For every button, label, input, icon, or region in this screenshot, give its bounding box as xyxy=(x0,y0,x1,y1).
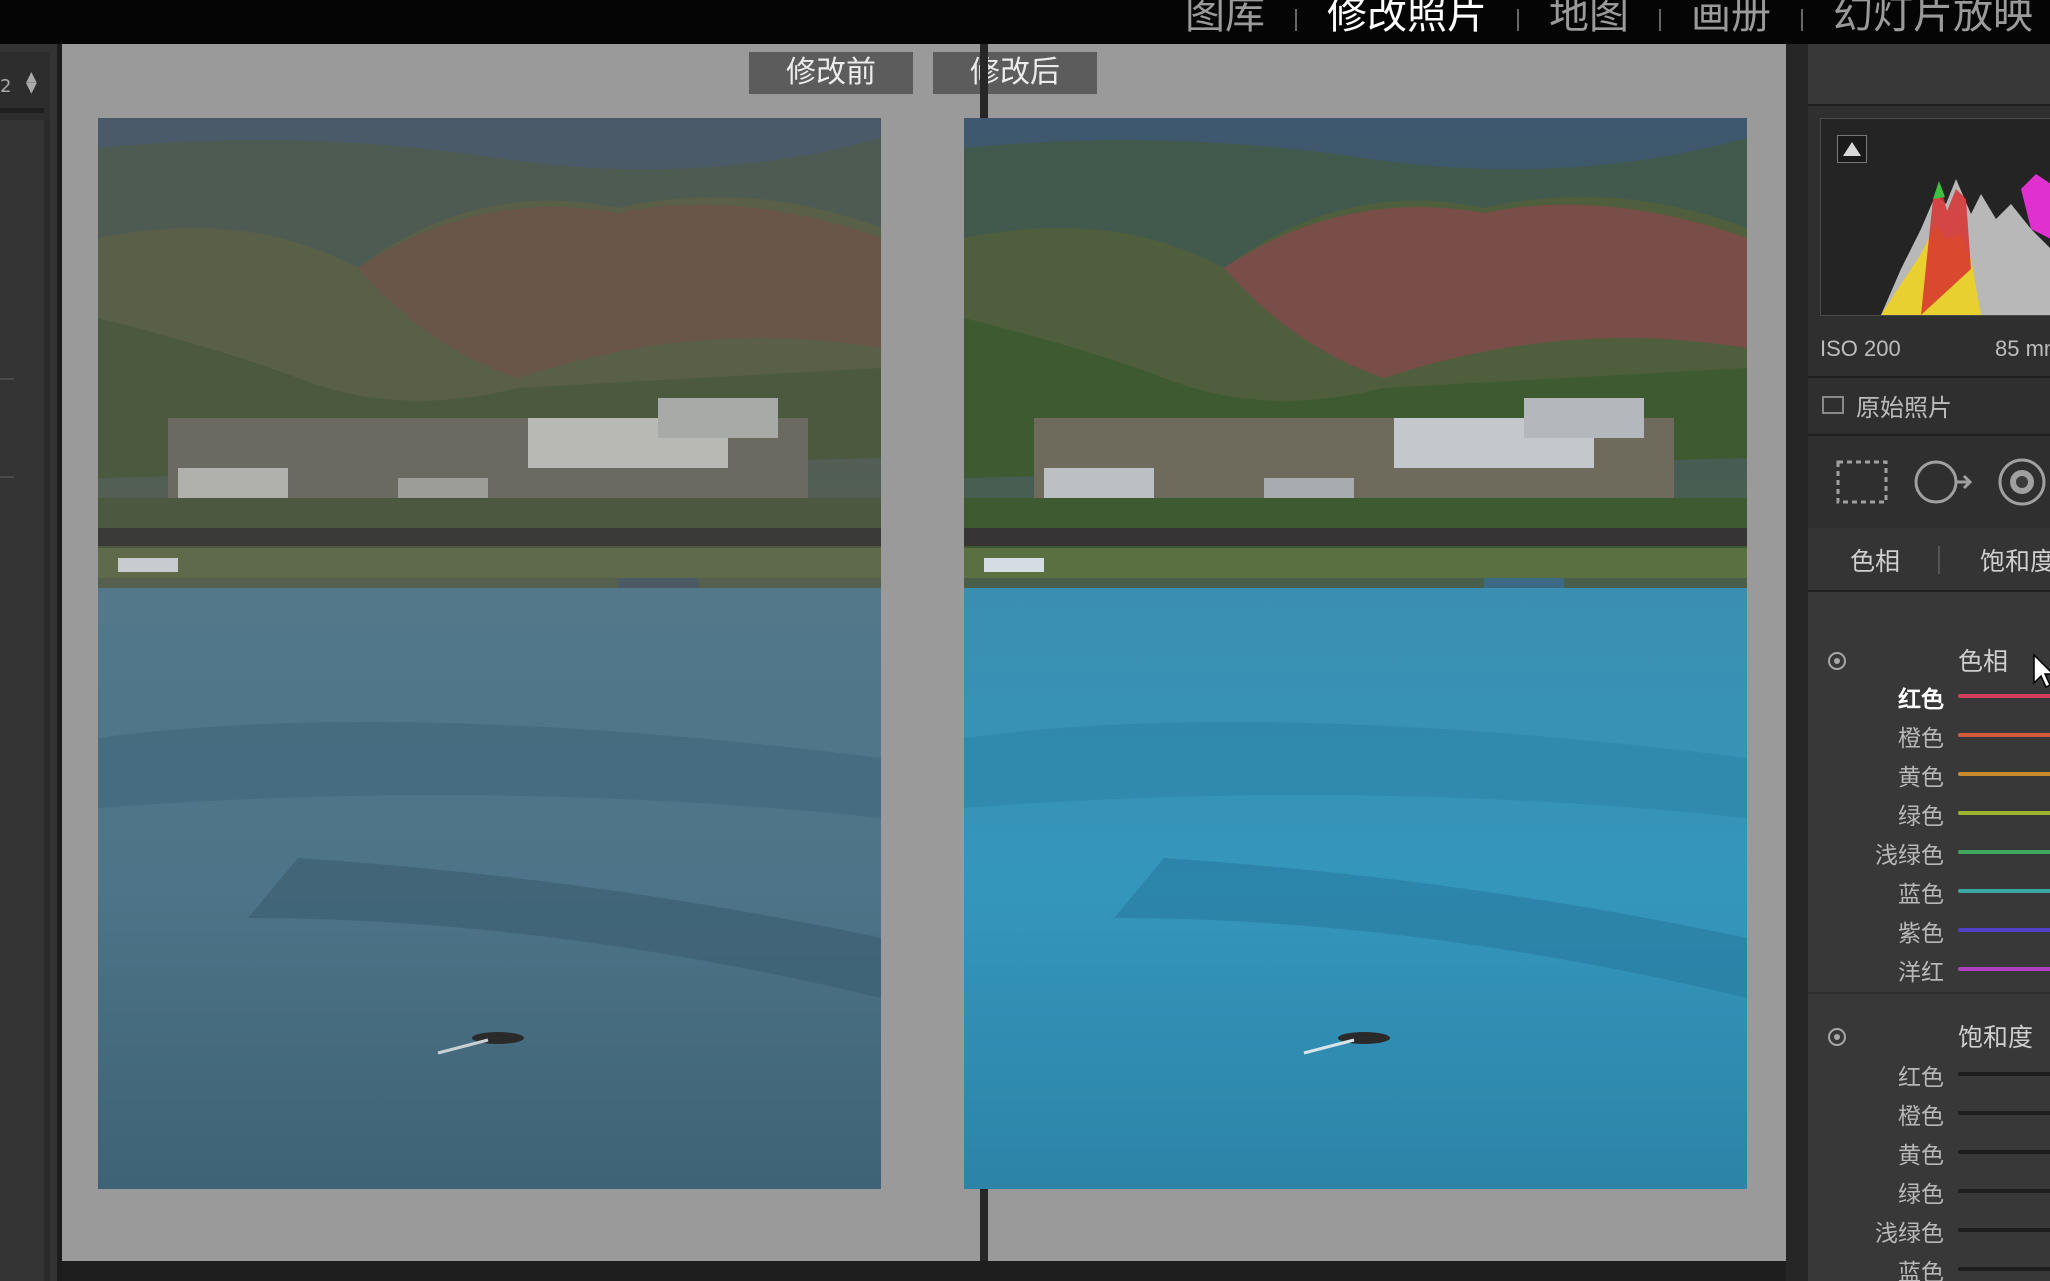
hsl-tabs: 色相 饱和度 xyxy=(1808,528,2050,592)
tab-hue[interactable]: 色相 xyxy=(1850,542,1900,578)
slider-hue-orange: 橙色 xyxy=(1808,719,2050,752)
slider-label: 橙色 xyxy=(1898,1104,1944,1130)
slider-label: 黄色 xyxy=(1898,765,1944,791)
targeted-adjustment-icon[interactable] xyxy=(1828,652,1846,670)
after-photo[interactable] xyxy=(964,118,1747,1189)
slider-sat-red: 红色 xyxy=(1808,1058,2050,1091)
slider-hue-red: 红色 xyxy=(1808,680,2050,713)
slider-label: 洋红 xyxy=(1898,960,1944,986)
saturation-section-title: 饱和度 xyxy=(1958,1023,2034,1052)
original-photo-label: 原始照片 xyxy=(1856,394,1952,422)
module-slideshow[interactable]: 幻灯片放映 xyxy=(1803,0,2050,40)
crop-icon[interactable] xyxy=(1826,450,1896,514)
original-photo-checkbox[interactable] xyxy=(1822,396,1844,414)
slider-track[interactable] xyxy=(1958,733,2050,737)
left-panel-value: 2 xyxy=(0,76,12,97)
slider-label: 红色 xyxy=(1898,1065,1944,1091)
lake-landscape-image xyxy=(98,118,881,1189)
left-panel: 2 ▲ ▼ xyxy=(0,44,57,1281)
before-after-compare-view: 修改前 修改后 xyxy=(62,44,1786,1261)
lake-landscape-image xyxy=(964,118,1747,1189)
slider-hue-green: 绿色 xyxy=(1808,797,2050,830)
right-panel: ISO 200 85 mm 原始照片 色相 饱和度 色相 红色 橙色 xyxy=(1808,44,2050,1281)
slider-hue-blue: 蓝色 xyxy=(1808,875,2050,908)
original-photo-row: 原始照片 xyxy=(1808,376,2050,434)
red-eye-icon[interactable] xyxy=(1990,450,2050,514)
slider-label: 浅绿色 xyxy=(1875,1221,1944,1247)
slider-sat-green: 绿色 xyxy=(1808,1175,2050,1208)
hue-section: 色相 红色 橙色 黄色 绿色 浅绿色 蓝色 紫色 洋红 xyxy=(1808,592,2050,992)
slider-hue-yellow: 黄色 xyxy=(1808,758,2050,791)
before-photo[interactable] xyxy=(98,118,881,1189)
slider-track[interactable] xyxy=(1958,967,2050,971)
module-book[interactable]: 画册 xyxy=(1661,0,1801,40)
slider-hue-purple: 紫色 xyxy=(1808,914,2050,947)
filmstrip-edge xyxy=(62,1261,1786,1281)
slider-sat-aqua: 浅绿色 xyxy=(1808,1214,2050,1247)
slider-label: 紫色 xyxy=(1898,921,1944,947)
slider-sat-blue: 蓝色 xyxy=(1808,1253,2050,1281)
targeted-adjustment-icon[interactable] xyxy=(1828,1028,1846,1046)
shadow-clipping-icon[interactable] xyxy=(1837,135,1867,163)
slider-track[interactable] xyxy=(1958,928,2050,932)
slider-label: 绿色 xyxy=(1898,1182,1944,1208)
tab-saturation[interactable]: 饱和度 xyxy=(1980,542,2050,578)
slider-track[interactable] xyxy=(1958,811,2050,815)
module-nav: 图库 修改照片 地图 画册 幻灯片放映 xyxy=(1155,0,2050,40)
slider-sat-orange: 橙色 xyxy=(1808,1097,2050,1130)
slider-track[interactable] xyxy=(1958,772,2050,776)
slider-track[interactable] xyxy=(1958,850,2050,854)
slider-track[interactable] xyxy=(1958,1267,2050,1271)
slider-label: 蓝色 xyxy=(1898,882,1944,908)
right-panel-gap xyxy=(1786,44,1808,1281)
hue-section-title: 色相 xyxy=(1958,647,2009,676)
iso-readout: ISO 200 xyxy=(1820,336,1901,361)
slider-track[interactable] xyxy=(1958,1150,2050,1154)
slider-label: 蓝色 xyxy=(1898,1260,1944,1281)
left-panel-scrollbar[interactable] xyxy=(44,120,50,1281)
module-map[interactable]: 地图 xyxy=(1519,0,1659,40)
slider-track[interactable] xyxy=(1958,1228,2050,1232)
left-panel-header: 2 ▲ ▼ xyxy=(0,52,50,120)
module-develop[interactable]: 修改照片 xyxy=(1297,0,1517,40)
slider-label: 红色 xyxy=(1898,687,1944,713)
tab-separator xyxy=(1938,546,1940,574)
histogram-panel: ISO 200 85 mm xyxy=(1808,104,2050,376)
module-library[interactable]: 图库 xyxy=(1155,0,1295,40)
after-label: 修改后 xyxy=(933,52,1097,94)
before-label: 修改前 xyxy=(749,52,913,94)
focal-length-readout: 85 mm xyxy=(1995,336,2050,361)
slider-track[interactable] xyxy=(1958,1072,2050,1076)
spot-removal-icon[interactable] xyxy=(1908,450,1978,514)
left-tick xyxy=(0,476,14,478)
slider-hue-aqua: 浅绿色 xyxy=(1808,836,2050,869)
slider-label: 浅绿色 xyxy=(1875,843,1944,869)
slider-track[interactable] xyxy=(1958,1111,2050,1115)
slider-hue-magenta: 洋红 xyxy=(1808,953,2050,986)
slider-label: 黄色 xyxy=(1898,1143,1944,1169)
mouse-cursor-icon xyxy=(2033,653,2050,689)
slider-track[interactable] xyxy=(1958,1189,2050,1193)
module-picker-bar: 图库 修改照片 地图 画册 幻灯片放映 xyxy=(0,0,2050,44)
left-panel-scroll-track[interactable] xyxy=(0,108,44,113)
slider-label: 绿色 xyxy=(1898,804,1944,830)
slider-track[interactable] xyxy=(1958,889,2050,893)
slider-sat-yellow: 黄色 xyxy=(1808,1136,2050,1169)
slider-label: 橙色 xyxy=(1898,726,1944,752)
slider-track[interactable] xyxy=(1958,694,2050,698)
histogram xyxy=(1820,118,2050,316)
stepper-icon[interactable]: ▲ ▼ xyxy=(26,70,37,95)
tool-strip xyxy=(1808,434,2050,530)
saturation-section: 饱和度 红色 橙色 黄色 绿色 浅绿色 蓝色 紫色 xyxy=(1808,992,2050,1281)
left-tick xyxy=(0,378,14,380)
